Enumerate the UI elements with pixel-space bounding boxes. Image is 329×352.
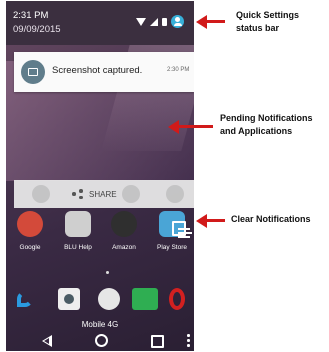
home-app-row: Google BLU Help Amazon Play Store: [6, 211, 194, 261]
notification-title: Screenshot captured.: [52, 65, 143, 76]
callout-pending: Pending Notifications and Applications: [220, 112, 313, 138]
status-date: 09/09/2015: [13, 24, 61, 35]
messaging-icon[interactable]: [132, 288, 158, 310]
notification-share-bar[interactable]: SHARE: [14, 180, 194, 208]
notification-time: 2:30 PM: [167, 67, 190, 73]
callout-arrow: [196, 14, 225, 29]
callout-line: Clear Notifications: [231, 214, 311, 224]
callout-clear: Clear Notifications: [231, 213, 311, 226]
google-folder-icon: [17, 211, 43, 237]
app-drawer-icon[interactable]: [98, 288, 120, 310]
callout-quick-settings: Quick Settings status bar: [236, 9, 299, 35]
clear-notifications-icon[interactable]: [172, 219, 194, 239]
blu-help-icon: [65, 211, 91, 237]
callout-line: status bar: [236, 23, 280, 33]
callout-line: Quick Settings: [236, 10, 300, 20]
camera-icon[interactable]: [58, 288, 80, 310]
page-indicator: [106, 271, 109, 274]
back-icon[interactable]: [42, 335, 52, 347]
phone-icon[interactable]: [17, 291, 33, 307]
app-label: Play Store: [157, 244, 187, 251]
dock: [6, 288, 194, 318]
amazon-icon: [111, 211, 137, 237]
signal-icon: [150, 17, 158, 26]
carrier-label: Mobile 4G: [81, 320, 119, 329]
app-label: BLU Help: [64, 244, 92, 251]
image-icon: [21, 60, 45, 84]
opera-icon[interactable]: [169, 288, 185, 310]
app-google[interactable]: Google: [10, 211, 50, 251]
share-button[interactable]: SHARE: [89, 190, 117, 199]
wifi-icon: [136, 17, 146, 26]
status-time: 2:31 PM: [13, 10, 49, 21]
app-label: Google: [19, 244, 41, 251]
phone-screen: 2:31 PM 09/09/2015 Screenshot captured. …: [6, 1, 194, 351]
ghost-icon: [122, 185, 140, 203]
callout-line: Pending Notifications: [220, 113, 313, 123]
home-icon[interactable]: [95, 334, 108, 347]
recents-icon[interactable]: [151, 335, 164, 348]
status-icons: [136, 15, 184, 28]
callout-arrow: [196, 213, 225, 228]
ghost-icon: [32, 185, 50, 203]
screenshot-notification[interactable]: Screenshot captured. 2:30 PM: [14, 52, 194, 92]
share-icon: [72, 189, 84, 199]
app-label: Amazon: [112, 244, 136, 251]
ghost-icon: [166, 185, 184, 203]
app-amazon[interactable]: Amazon: [104, 211, 144, 251]
callout-line: and Applications: [220, 126, 293, 136]
battery-icon: [162, 17, 167, 26]
callout-arrow: [168, 119, 213, 134]
user-icon[interactable]: [171, 15, 184, 28]
menu-icon[interactable]: [187, 334, 190, 348]
quick-settings-status-bar[interactable]: 2:31 PM 09/09/2015: [6, 1, 194, 45]
app-blu-help[interactable]: BLU Help: [58, 211, 98, 251]
